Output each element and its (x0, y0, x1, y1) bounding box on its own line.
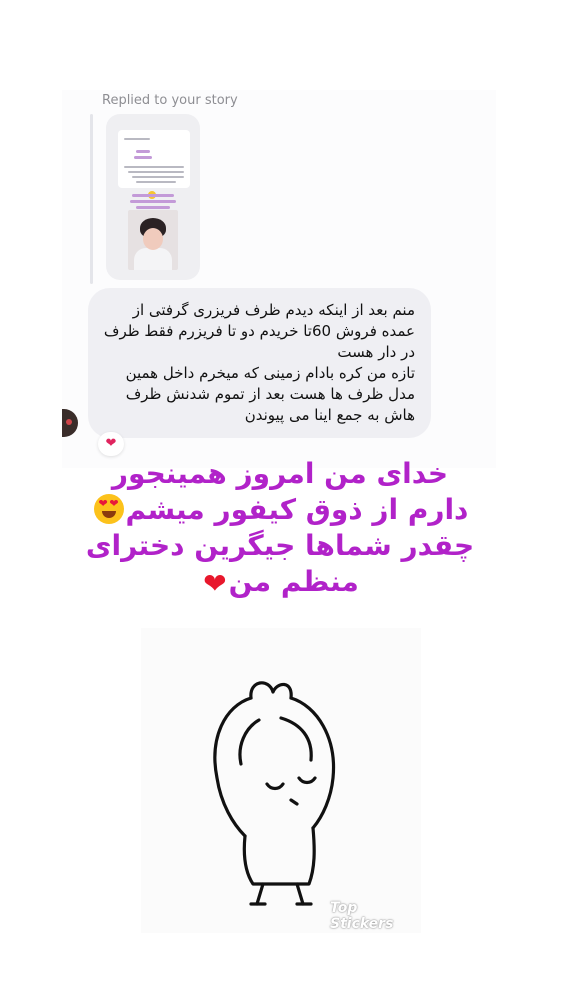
thumbnail-photo (128, 210, 178, 270)
heart-reaction[interactable]: ❤ (98, 432, 124, 456)
red-heart-icon: ❤ (203, 567, 227, 600)
story-thumbnail-card (118, 130, 190, 188)
thumbnail-text-line (128, 171, 184, 173)
heart-eyes-mouth (101, 511, 116, 518)
thumbnail-caption-line (130, 200, 176, 203)
caption-line-2-wrap: دارم از ذوق کیفور میشم (60, 492, 500, 528)
caption-line-1: خدای من امروز همینجور (111, 457, 449, 490)
message-bubble[interactable]: منم بعد از اینکه دیدم ظرف فریزری گرفتی ا… (88, 288, 431, 438)
thumbnail-caption-line (136, 206, 170, 209)
thumbnail-text-line (124, 166, 184, 168)
sticker-watermark: Top Stickers (330, 900, 394, 932)
thumbnail-text-line (136, 181, 176, 183)
caption-line-4-wrap: منظم من❤ (60, 564, 500, 602)
thumbnail-text-line (124, 138, 150, 140)
red-heart-icon: ❤ (105, 436, 117, 451)
heart-eyes-icon (93, 494, 124, 524)
replied-to-story-label: Replied to your story (102, 93, 238, 108)
avatar-detail (66, 419, 72, 425)
caption-line-2: دارم از ذوق کیفور میشم (125, 493, 469, 526)
reply-indicator-bar (90, 114, 93, 284)
caption-line-3: چقدر شماها جیگرین دخترای (85, 529, 475, 562)
message-text: منم بعد از اینکه دیدم ظرف فریزری گرفتی ا… (103, 301, 415, 424)
thumbnail-highlight (134, 156, 152, 159)
story-caption: خدای من امروز همینجور دارم از ذوق کیفور … (60, 456, 500, 602)
sticker-image: Top Stickers (141, 628, 421, 933)
thumbnail-text-line (132, 176, 184, 178)
hugging-self-figure-icon (213, 681, 336, 906)
thumbnail-caption-line (132, 194, 174, 197)
thumbnail-highlight (136, 150, 150, 153)
story-thumbnail[interactable] (106, 114, 200, 280)
thumbnail-photo-face (143, 228, 163, 250)
caption-line-4: منظم من (228, 565, 359, 598)
thumbnail-photo-shirt (134, 248, 172, 270)
